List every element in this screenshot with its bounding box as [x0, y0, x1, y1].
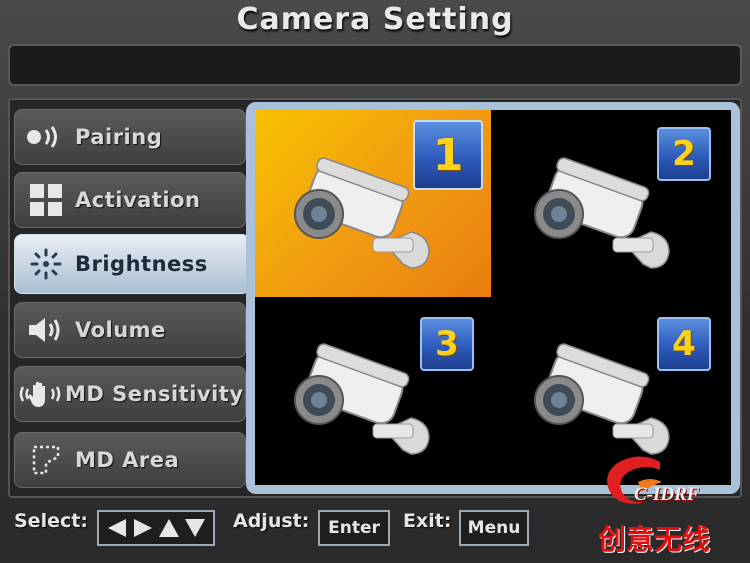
watermark-logo: C-IDRF 创意无线	[598, 452, 748, 557]
arrow-down-icon[interactable]	[184, 518, 206, 538]
camera-number-badge: 3	[420, 317, 474, 371]
menu-item-md-area[interactable]: MD Area	[14, 432, 246, 488]
menu-item-brightness[interactable]: Brightness	[14, 234, 250, 294]
menu-item-label: Volume	[75, 318, 166, 342]
menu-item-label: MD Sensitivity	[65, 382, 244, 406]
pairing-icon	[23, 117, 69, 157]
menu-item-label: MD Area	[75, 448, 180, 472]
menu-item-label: Pairing	[75, 125, 163, 149]
select-label: Select:	[14, 510, 88, 532]
menu-item-label: Activation	[75, 188, 201, 212]
menu-item-activation[interactable]: Activation	[14, 172, 246, 228]
camera-setting-screen: Camera Setting Pairing Activation Bright…	[0, 0, 750, 563]
camera-number-badge: 4	[657, 317, 711, 371]
menu-item-md-sensitivity[interactable]: MD Sensitivity	[14, 366, 246, 422]
arrow-right-icon[interactable]	[132, 518, 154, 538]
watermark-chinese: 创意无线	[598, 523, 711, 556]
menu-item-pairing[interactable]: Pairing	[14, 109, 246, 165]
enter-key[interactable]: Enter	[318, 510, 390, 546]
activation-icon	[23, 180, 69, 220]
brightness-icon	[23, 244, 69, 284]
menu-key[interactable]: Menu	[459, 510, 529, 546]
message-bar	[8, 44, 742, 86]
menu-item-volume[interactable]: Volume	[14, 302, 246, 358]
camera-number-badge: 1	[413, 120, 483, 190]
menu-item-label: Brightness	[75, 252, 208, 276]
camera-number-badge: 2	[657, 127, 711, 181]
area-icon	[23, 440, 69, 480]
page-title: Camera Setting	[236, 2, 514, 37]
select-arrow-keys[interactable]	[97, 510, 215, 546]
arrow-up-icon[interactable]	[158, 518, 180, 538]
adjust-label: Adjust:	[233, 510, 310, 532]
security-camera-icon	[294, 343, 430, 455]
watermark-latin: C-IDRF	[634, 484, 700, 505]
arrow-left-icon[interactable]	[106, 518, 128, 538]
exit-label: Exit:	[403, 510, 452, 532]
hand-icon	[17, 374, 63, 414]
speaker-icon	[23, 310, 69, 350]
